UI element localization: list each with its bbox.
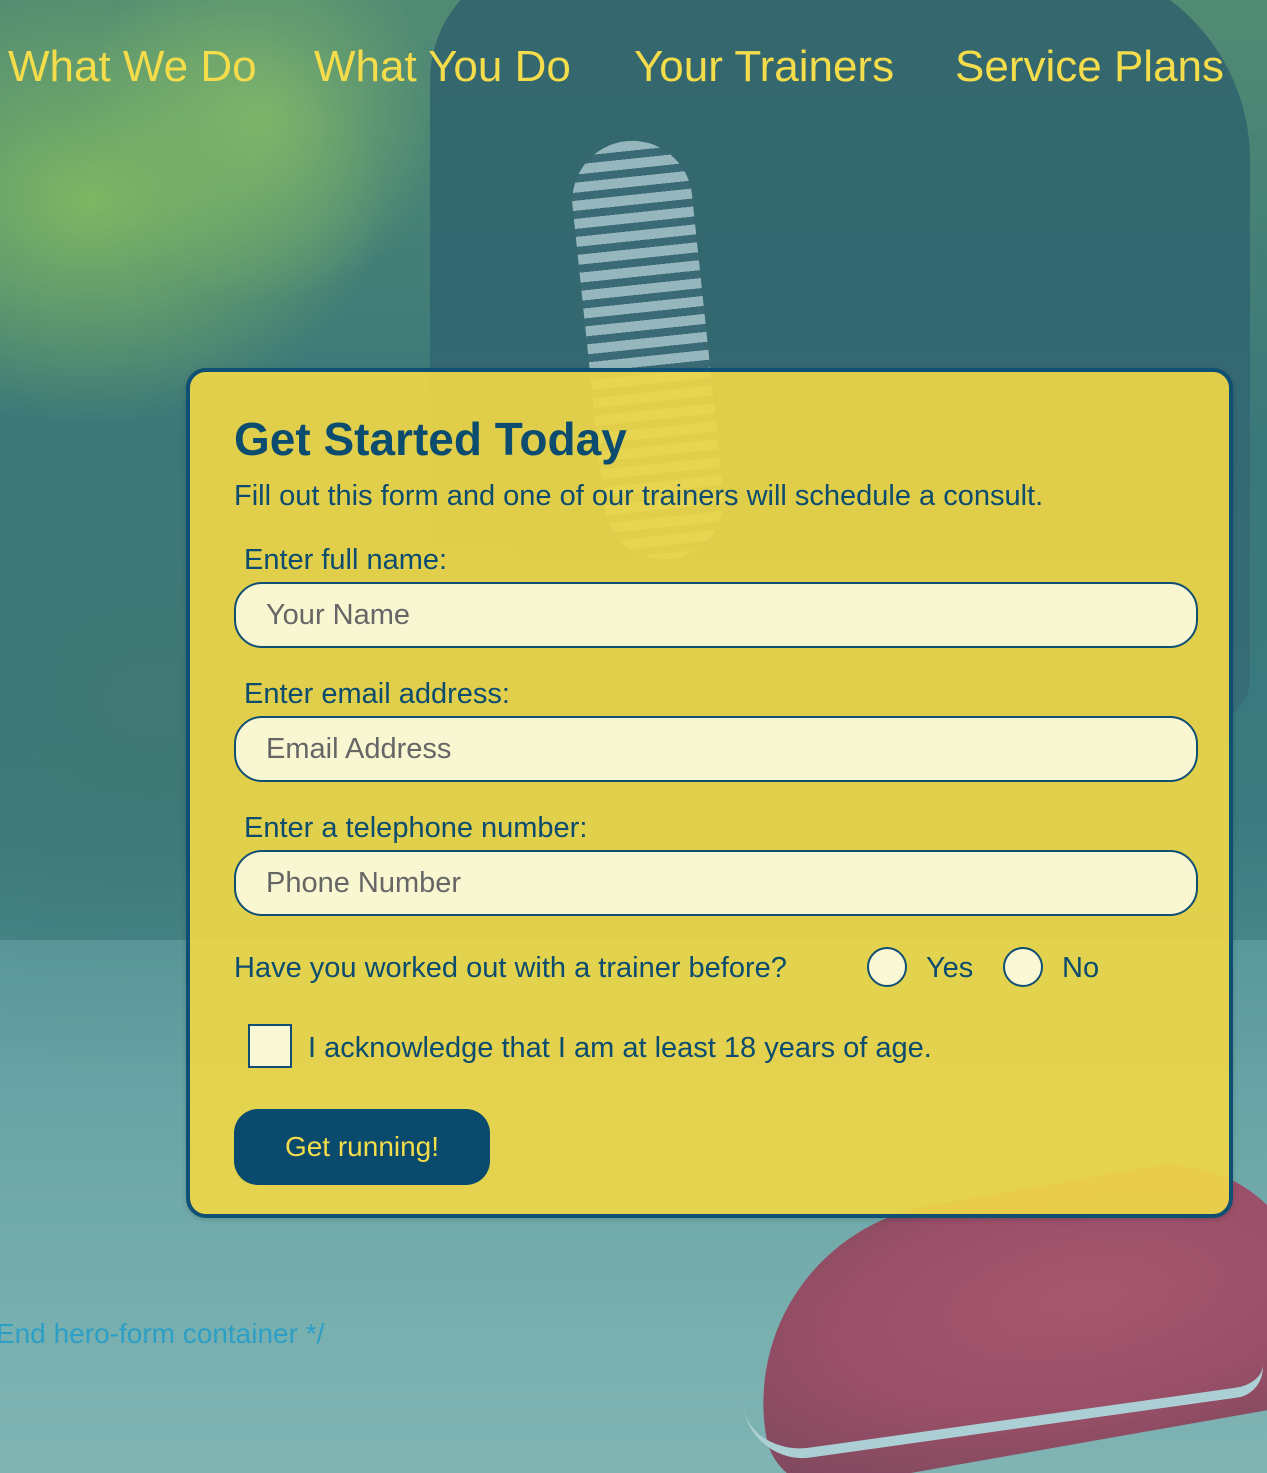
name-input[interactable] [234, 582, 1198, 648]
radio-yes-label: Yes [926, 952, 974, 984]
nav-link-service-plans[interactable]: Service Plans [955, 42, 1224, 92]
nav-link-your-trainers[interactable]: Your Trainers [634, 42, 894, 92]
email-label: Enter email address: [244, 678, 510, 710]
stray-comment-text: End hero-form container */ [0, 1318, 325, 1349]
age-checkbox[interactable] [248, 1024, 292, 1068]
trainer-question: Have you worked out with a trainer befor… [234, 952, 787, 984]
phone-label: Enter a telephone number: [244, 812, 588, 844]
radio-no-label: No [1062, 952, 1100, 984]
email-input[interactable] [234, 716, 1198, 782]
form-subtitle: Fill out this form and one of our traine… [234, 480, 1044, 512]
radio-no[interactable] [1003, 947, 1043, 987]
age-checkbox-label: I acknowledge that I am at least 18 year… [308, 1032, 932, 1064]
phone-input[interactable] [234, 850, 1198, 916]
form-title: Get Started Today [234, 413, 627, 465]
name-label: Enter full name: [244, 544, 448, 576]
nav-link-what-we-do[interactable]: What We Do [8, 42, 257, 92]
radio-yes[interactable] [867, 947, 907, 987]
nav-link-what-you-do[interactable]: What You Do [314, 42, 571, 92]
submit-button[interactable]: Get running! [234, 1109, 490, 1185]
signup-form: Get Started Today Fill out this form and… [186, 368, 1233, 1218]
